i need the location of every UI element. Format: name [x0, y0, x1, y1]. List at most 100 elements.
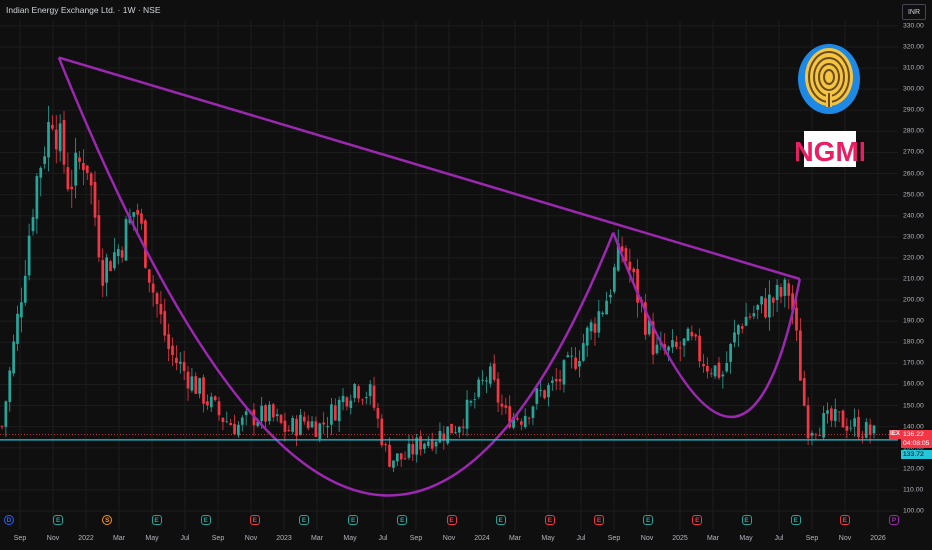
candle-body — [221, 417, 225, 423]
candle-body — [78, 157, 81, 162]
candle-body — [713, 365, 717, 377]
event-marker[interactable]: E — [741, 515, 752, 525]
candle-body — [861, 436, 864, 438]
event-marker[interactable]: E — [348, 515, 359, 525]
candle-body — [841, 410, 845, 428]
event-marker[interactable]: E — [544, 515, 555, 525]
candle-body — [186, 371, 190, 389]
candle-body — [395, 453, 399, 462]
candle-body — [771, 297, 775, 303]
candle-body — [799, 330, 802, 381]
event-marker[interactable]: S — [102, 515, 113, 525]
candle-body — [457, 426, 461, 433]
candle-body — [775, 284, 779, 301]
candle-body — [678, 347, 682, 349]
candle-body — [31, 217, 35, 232]
event-marker[interactable]: E — [397, 515, 408, 525]
candle-body — [535, 388, 539, 404]
y-tick-label: 100.00 — [903, 507, 924, 515]
x-tick-label: Mar — [112, 535, 126, 542]
x-tick-label: Jul — [774, 535, 784, 542]
candle-body — [349, 400, 353, 408]
candle-body — [729, 343, 732, 362]
candle-body — [384, 444, 388, 446]
candle-body — [655, 344, 659, 354]
event-marker[interactable]: E — [643, 515, 654, 525]
x-tick-label: Mar — [706, 535, 720, 542]
candle-body — [124, 219, 128, 261]
candle-body — [423, 443, 426, 449]
x-tick-label: Mar — [310, 535, 324, 542]
candle-body — [872, 425, 876, 434]
y-tick-label: 120.00 — [903, 465, 924, 473]
event-marker[interactable]: E — [790, 515, 801, 525]
x-tick-label: Jul — [180, 535, 190, 542]
event-marker[interactable]: E — [53, 515, 64, 525]
candle-body — [136, 209, 140, 215]
event-marker[interactable]: E — [495, 515, 506, 525]
candle-body — [806, 405, 810, 439]
candle-body — [116, 248, 120, 257]
candle-body — [82, 163, 85, 171]
event-marker[interactable]: P — [889, 515, 899, 525]
candle-body — [275, 414, 279, 417]
y-tick-label: 230.00 — [903, 233, 924, 241]
event-marker[interactable]: E — [299, 515, 309, 525]
candle-body — [523, 415, 527, 428]
symbol-title[interactable]: Indian Energy Exchange Ltd. · 1W · NSE — [6, 5, 161, 15]
candle-body — [58, 123, 62, 152]
candle-body — [105, 257, 108, 283]
candle-body — [450, 423, 453, 434]
candle-body — [310, 421, 314, 428]
candle-body — [682, 338, 686, 346]
candle-body — [244, 411, 248, 416]
candle-body — [605, 300, 608, 315]
candle-body — [570, 355, 574, 357]
price-chart[interactable] — [0, 0, 932, 550]
candle-body — [597, 311, 601, 333]
event-marker[interactable]: E — [200, 515, 211, 525]
ticker-badge: IEX — [889, 430, 901, 439]
candle-body — [0, 426, 4, 428]
candle-body — [709, 373, 713, 375]
candle-body — [113, 252, 116, 269]
event-marker[interactable]: E — [594, 515, 604, 525]
candle-body — [132, 212, 136, 217]
logo-text: NGMI — [796, 136, 864, 167]
candle-body — [624, 248, 628, 262]
candle-body — [550, 380, 554, 383]
candle-body — [109, 261, 112, 271]
candle-body — [853, 418, 856, 427]
candle-body — [399, 453, 403, 460]
candle-body — [795, 307, 798, 331]
candle-body — [163, 311, 167, 336]
currency-badge[interactable]: INR — [902, 4, 926, 20]
candle-body — [8, 370, 12, 402]
event-marker[interactable]: E — [446, 515, 457, 525]
candle-body — [581, 343, 585, 361]
candle-body — [51, 125, 54, 129]
x-tick-label: May — [343, 535, 357, 542]
candle-body — [756, 305, 760, 310]
candle-body — [837, 411, 841, 413]
candle-body — [341, 395, 345, 403]
event-marker[interactable]: E — [249, 515, 260, 525]
candle-body — [725, 363, 729, 372]
candle-body — [151, 283, 155, 293]
candle-body — [322, 422, 326, 425]
candle-body — [554, 379, 558, 382]
event-marker[interactable]: D — [4, 515, 14, 525]
candle-body — [318, 423, 322, 440]
candle-body — [469, 401, 473, 403]
candle-body — [89, 173, 93, 186]
candle-body — [438, 430, 442, 443]
y-tick-label: 210.00 — [903, 275, 924, 283]
candle-body — [403, 458, 407, 460]
event-marker[interactable]: E — [692, 515, 703, 525]
candle-body — [539, 390, 543, 391]
event-marker[interactable]: E — [151, 515, 162, 525]
y-tick-label: 160.00 — [903, 380, 924, 388]
candle-body — [4, 401, 8, 427]
event-marker[interactable]: E — [839, 515, 850, 525]
candle-body — [62, 120, 66, 165]
